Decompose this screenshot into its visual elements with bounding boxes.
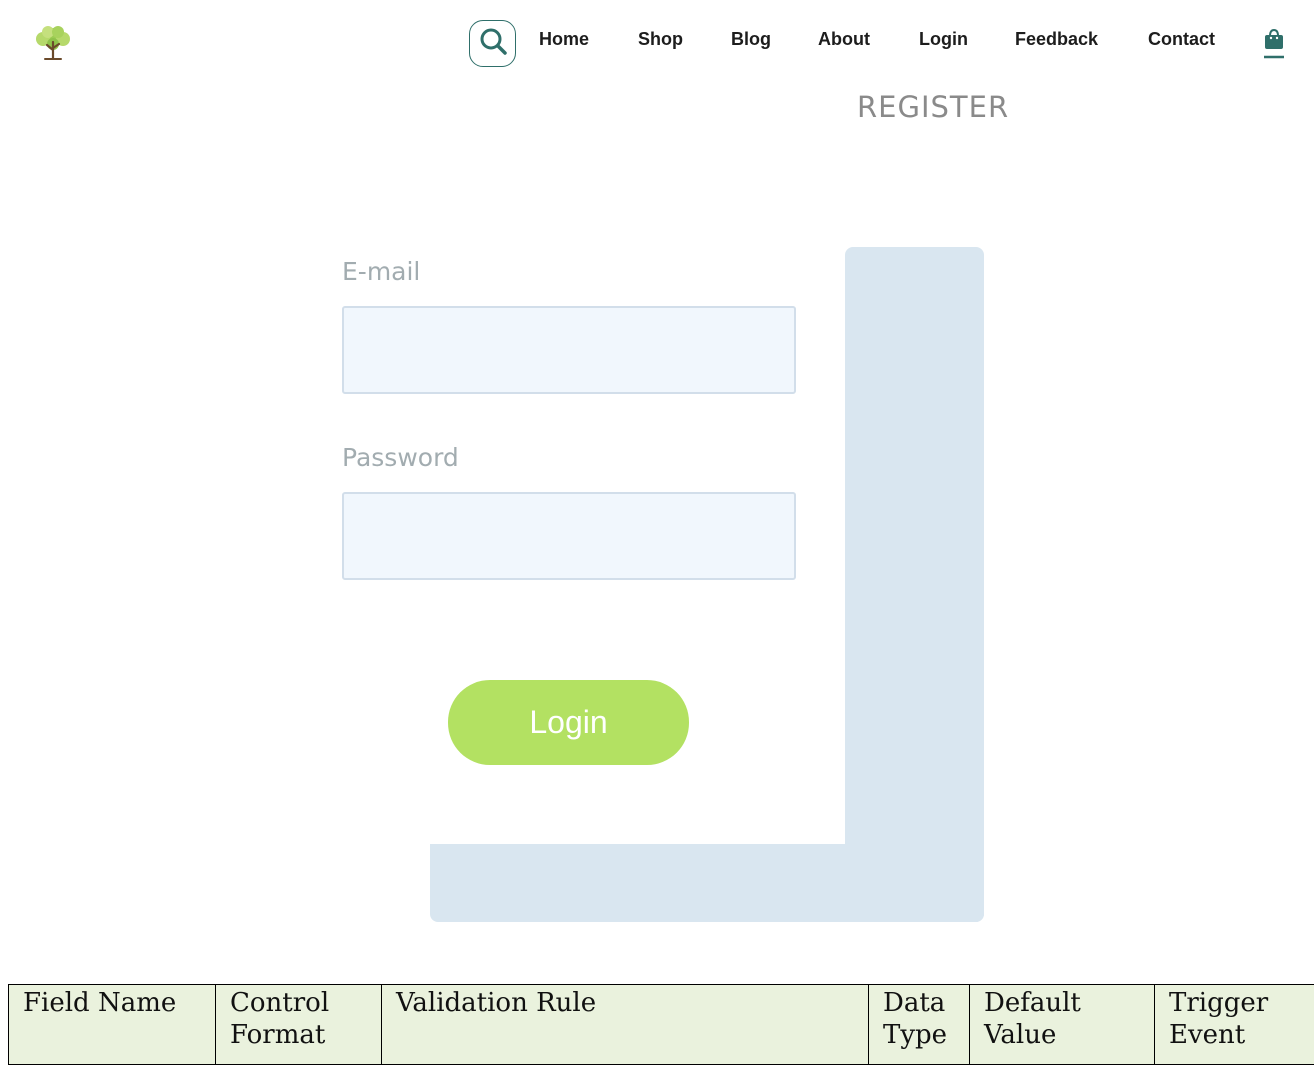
email-label: E-mail [342, 257, 420, 287]
nav-home-link[interactable]: Home [539, 29, 589, 49]
form-panel-decoration [845, 247, 984, 922]
nav-contact-link[interactable]: Contact [1148, 29, 1215, 49]
password-label: Password [342, 443, 459, 473]
form-panel-decoration-bottom [430, 844, 984, 922]
column-header: Field Name [9, 985, 216, 1065]
nav-blog-link[interactable]: Blog [731, 29, 771, 49]
column-header: Control Format [216, 985, 382, 1065]
column-header: Trigger Event [1155, 985, 1314, 1065]
search-button[interactable] [469, 20, 516, 67]
page-title: REGISTER [857, 90, 1009, 124]
nav-about-link[interactable]: About [818, 29, 870, 49]
login-button[interactable]: Login [448, 680, 689, 765]
column-header: Data Type [869, 985, 970, 1065]
email-field[interactable] [342, 306, 796, 394]
nav-shop-link[interactable]: Shop [638, 29, 683, 49]
column-header: Default Value [970, 985, 1155, 1065]
password-field[interactable] [342, 492, 796, 580]
nav-feedback-link[interactable]: Feedback [1015, 29, 1098, 49]
table-header-row: Field Name Control Format Validation Rul… [9, 985, 1314, 1065]
nav-login-link[interactable]: Login [919, 29, 968, 49]
field-spec-table: Field Name Control Format Validation Rul… [8, 984, 1314, 1065]
tree-logo-icon[interactable] [30, 24, 76, 64]
column-header: Validation Rule [382, 985, 869, 1065]
shopping-bag-icon[interactable] [1262, 27, 1286, 61]
search-icon [478, 26, 508, 61]
